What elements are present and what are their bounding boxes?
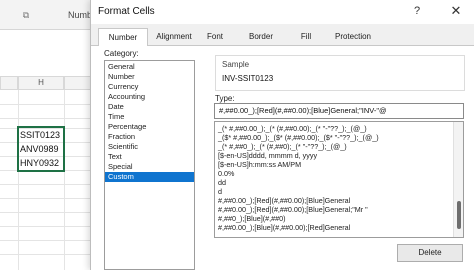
tab-alignment[interactable]: Alignment <box>148 28 200 46</box>
scrollbar-thumb[interactable] <box>457 201 461 229</box>
grid-line <box>0 254 100 255</box>
grid-line <box>64 90 65 270</box>
format-list-scrollbar[interactable] <box>453 122 463 237</box>
selection-border <box>17 126 65 172</box>
close-button[interactable]: ✕ <box>448 3 464 19</box>
format-code-item[interactable]: [$-en-US]dddd, mmmm d, yyyy <box>218 151 317 160</box>
format-code-list[interactable]: _(* #,##0.00_);_(* (#,##0.00);_(* "-"??_… <box>214 121 464 238</box>
category-item[interactable]: Percentage <box>105 122 194 132</box>
grid-line <box>18 90 19 270</box>
category-item[interactable]: Scientific <box>105 142 194 152</box>
format-code-item[interactable]: _($* #,##0.00_);_($* (#,##0.00);_($* "-"… <box>218 133 379 142</box>
tab-number[interactable]: Number <box>98 28 148 46</box>
format-code-item[interactable]: #,##0.00_);[Blue](#,##0.00);[Red]General <box>218 223 350 232</box>
grid-line <box>0 212 100 213</box>
grid-line <box>0 104 100 105</box>
category-label: Category: <box>104 49 139 58</box>
tab-protection[interactable]: Protection <box>330 28 376 46</box>
category-item-selected[interactable]: Custom <box>105 172 194 182</box>
grid-line <box>0 118 100 119</box>
sample-value: INV-SSIT0123 <box>222 74 274 83</box>
sample-group: Sample INV-SSIT0123 <box>215 55 465 91</box>
category-item[interactable]: Date <box>105 102 194 112</box>
category-item[interactable]: General <box>105 62 194 72</box>
column-header-prev[interactable] <box>0 76 18 90</box>
ribbon-strip: ⧉ Numbe <box>0 0 100 30</box>
category-item[interactable]: Accounting <box>105 92 194 102</box>
category-list[interactable]: General Number Currency Accounting Date … <box>104 60 195 270</box>
format-code-item[interactable]: _(* #,##0.00_);_(* (#,##0.00);_(* "-"??_… <box>218 124 367 133</box>
format-code-item[interactable]: [$-en-US]h:mm:ss AM/PM <box>218 160 301 169</box>
type-input[interactable]: #,##0.00_);[Red](#,##0.00);[Blue]General… <box>214 103 464 119</box>
dialog-titlebar[interactable]: Format Cells ? ✕ <box>91 0 474 24</box>
tab-fill[interactable]: Fill <box>296 28 316 46</box>
format-cells-dialog: Format Cells ? ✕ Number Alignment Font B… <box>90 0 474 270</box>
number-tab-panel: Category: General Number Currency Accoun… <box>91 46 474 270</box>
grid-line <box>0 184 100 185</box>
tab-font[interactable]: Font <box>200 28 230 46</box>
category-item[interactable]: Special <box>105 162 194 172</box>
format-code-item[interactable]: #,##0.00_);[Red](#,##0.00);[Blue]General… <box>218 205 368 214</box>
delete-button[interactable]: Delete <box>397 244 463 262</box>
format-code-item[interactable]: 0.0% <box>218 169 234 178</box>
category-item[interactable]: Number <box>105 72 194 82</box>
type-label: Type: <box>215 94 235 103</box>
help-button[interactable]: ? <box>410 4 424 18</box>
format-code-item[interactable]: dd <box>218 178 226 187</box>
tab-border[interactable]: Border <box>244 28 278 46</box>
launcher-icon[interactable]: ⧉ <box>20 9 32 21</box>
format-code-item[interactable]: #,##0.00_);[Red](#,##0.00);[Blue]General <box>218 196 350 205</box>
format-code-item[interactable]: #,##0_);[Blue](#,##0) <box>218 214 286 223</box>
grid-line <box>0 226 100 227</box>
column-header-h[interactable]: H <box>18 76 64 90</box>
sample-title: Sample <box>222 60 250 69</box>
grid-line <box>0 198 100 199</box>
format-code-item[interactable]: d <box>218 187 222 196</box>
spreadsheet-background: ⧉ Numbe H SSIT0123 ANV0989 HNY0932 <box>0 0 100 270</box>
category-item[interactable]: Text <box>105 152 194 162</box>
category-item[interactable]: Time <box>105 112 194 122</box>
category-item[interactable]: Fraction <box>105 132 194 142</box>
category-item[interactable]: Currency <box>105 82 194 92</box>
format-code-item[interactable]: _(* #,##0_);_(* (#,##0);_(* "-"??_);_(@_… <box>218 142 347 151</box>
tab-bar: Number Alignment Font Border Fill Protec… <box>91 24 474 46</box>
grid-line <box>0 240 100 241</box>
dialog-title: Format Cells <box>98 6 155 17</box>
